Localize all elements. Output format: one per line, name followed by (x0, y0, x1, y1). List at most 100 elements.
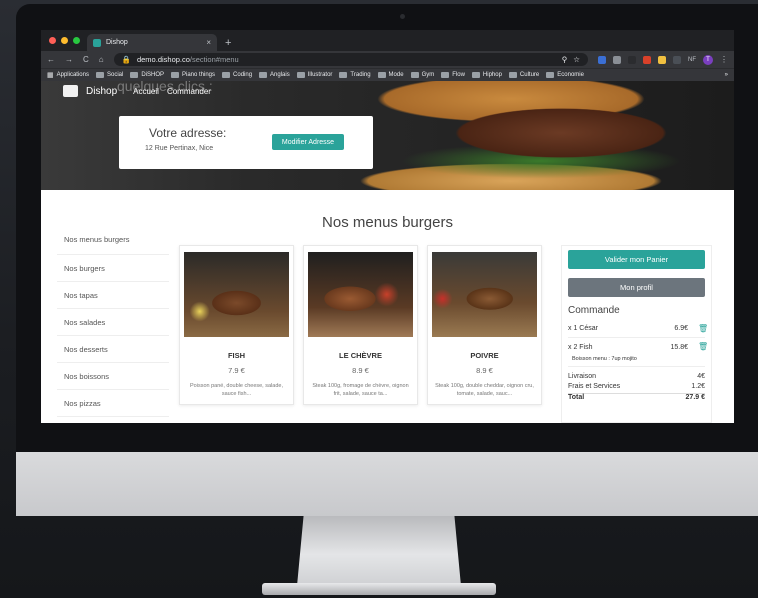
bookmark-folder[interactable]: Illustrator (296, 72, 332, 78)
search-icon[interactable]: ⚲ (562, 55, 568, 64)
menu-dots-icon[interactable]: ⋮ (720, 55, 728, 64)
close-window-button[interactable] (49, 37, 56, 44)
bookmark-folder[interactable]: Mode (377, 72, 404, 78)
product-card-fish[interactable]: FISH 7.9 € Poisson pané, double cheese, … (179, 245, 294, 405)
extensions: NF T ⋮ (598, 54, 728, 65)
fees-row: Frais et Services 1.2€ (568, 383, 705, 390)
folder-icon (296, 72, 305, 78)
main-content: Nos menus burgers Nos menus burgers Nos … (41, 190, 734, 423)
product-image (308, 252, 413, 337)
bookmark-folder[interactable]: Flow (441, 72, 465, 78)
extension-icon[interactable] (658, 55, 666, 64)
extension-icon[interactable] (613, 55, 621, 64)
reload-icon[interactable]: C (83, 55, 89, 64)
back-arrow-icon[interactable]: ← (47, 55, 55, 64)
product-price: 8.9 € (476, 366, 493, 375)
product-name: FISH (227, 351, 246, 360)
folder-icon (259, 72, 268, 78)
bookmark-folder[interactable]: Culture (508, 72, 539, 78)
cart-item-qty: x 2 Fish (568, 343, 593, 351)
folder-icon (471, 72, 480, 78)
trash-icon[interactable]: 🗑 (698, 343, 708, 351)
profile-button[interactable]: Mon profil (568, 278, 705, 297)
folder-icon (410, 72, 419, 78)
extension-icon[interactable] (673, 55, 681, 64)
new-tab-button[interactable]: + (225, 37, 231, 49)
hero-banner: quelques clics : Dishop Accueil Commande… (41, 78, 734, 190)
apps-grid-icon: ▦ (47, 72, 54, 79)
window-controls (49, 37, 80, 44)
bookmark-applications[interactable]: ▦ Applications (47, 71, 89, 79)
product-list: FISH 7.9 € Poisson pané, double cheese, … (179, 245, 542, 405)
product-card-le-chevre[interactable]: LE CHÈVRE 8.9 € Steak 100g, fromage de c… (303, 245, 418, 405)
profile-avatar[interactable]: T (703, 54, 713, 65)
nav-commander[interactable]: Commander (167, 87, 211, 96)
folder-icon (546, 72, 555, 78)
minimize-window-button[interactable] (61, 37, 68, 44)
order-title: Commande (568, 305, 620, 316)
cart-line-item: x 2 Fish 15.8€ 🗑 Boisson menu : 7up moji… (568, 338, 708, 367)
product-price: 7.9 € (228, 366, 245, 375)
bookmark-folder[interactable]: Coding (222, 72, 252, 78)
product-description: Steak 100g, double cheddar, oignon cru, … (435, 383, 534, 398)
cart-item-price: 6.9€ (674, 325, 688, 332)
product-image (432, 252, 537, 337)
extension-nf-label[interactable]: NF (688, 57, 696, 63)
screen: Dishop × + ← → C ⌂ 🔒 demo.dishop.co/sect… (41, 30, 734, 423)
monitor-chin (16, 452, 758, 516)
camera-dot (400, 14, 405, 19)
product-image (184, 252, 289, 337)
validate-cart-button[interactable]: Valider mon Panier (568, 250, 705, 269)
sidebar-item-tapas[interactable]: Nos tapas (57, 282, 169, 309)
address-card: Votre adresse: 12 Rue Pertinax, Nice Mod… (119, 116, 373, 169)
forward-arrow-icon[interactable]: → (65, 55, 73, 64)
folder-icon (339, 72, 348, 78)
product-name: LE CHÈVRE (339, 351, 382, 360)
bookmark-folder[interactable]: Trading (339, 72, 371, 78)
product-description: Poisson pané, double cheese, salade, sau… (190, 383, 283, 398)
extension-icon[interactable] (643, 55, 651, 64)
folder-icon (222, 72, 231, 78)
sidebar-item-menus-burgers[interactable]: Nos menus burgers (57, 225, 169, 255)
order-totals: Livraison 4€ Frais et Services 1.2€ Tota… (568, 373, 705, 403)
address-bar: ← → C ⌂ 🔒 demo.dishop.co/section#menu ⚲ … (41, 51, 734, 68)
extension-icon[interactable] (628, 55, 636, 64)
product-description: Steak 100g, fromage de chèvre, oignon fr… (312, 383, 409, 398)
url-field[interactable]: 🔒 demo.dishop.co/section#menu ⚲ ☆ (113, 53, 588, 66)
folder-icon (508, 72, 517, 78)
sidebar-item-salades[interactable]: Nos salades (57, 309, 169, 336)
maximize-window-button[interactable] (73, 37, 80, 44)
nav-accueil[interactable]: Accueil (133, 87, 159, 96)
product-price: 8.9 € (352, 366, 369, 375)
star-icon[interactable]: ☆ (573, 55, 580, 64)
sidebar-item-boissons[interactable]: Nos boissons (57, 363, 169, 390)
sidebar-item-burgers[interactable]: Nos burgers (57, 255, 169, 282)
brand-name[interactable]: Dishop (86, 86, 117, 97)
sidebar-item-desserts[interactable]: Nos desserts (57, 336, 169, 363)
tab-dishop[interactable]: Dishop × (87, 34, 217, 51)
product-card-poivre[interactable]: POIVRE 8.9 € Steak 100g, double cheddar,… (427, 245, 542, 405)
modify-address-button[interactable]: Modifier Adresse (272, 134, 344, 150)
folder-icon (95, 72, 104, 78)
total-row: Total 27.9 € (568, 393, 705, 401)
url-host: demo.dishop.co (136, 55, 190, 64)
home-icon[interactable]: ⌂ (99, 55, 104, 64)
trash-icon[interactable]: 🗑 (698, 324, 708, 333)
monitor-stand (297, 516, 461, 586)
bookmark-folder[interactable]: Hiphop (471, 72, 502, 78)
cart-item-qty: x 1 César (568, 325, 598, 332)
bookmark-folder[interactable]: Anglais (259, 72, 290, 78)
cart-item-price: 15.8€ (670, 343, 688, 351)
bookmarks-more-button[interactable]: » (725, 72, 728, 78)
bookmark-folder[interactable]: Gym (410, 72, 434, 78)
category-sidebar: Nos menus burgers Nos burgers Nos tapas … (57, 225, 169, 417)
extension-icon[interactable] (598, 55, 606, 64)
close-tab-icon[interactable]: × (206, 38, 211, 47)
order-cart: Valider mon Panier Mon profil Commande x… (561, 245, 712, 423)
dishop-logo-icon[interactable] (63, 85, 78, 97)
product-name: POIVRE (470, 351, 499, 360)
sidebar-item-pizzas[interactable]: Nos pizzas (57, 390, 169, 417)
site-header: Dishop Accueil Commander (41, 81, 734, 101)
folder-icon (377, 72, 386, 78)
bookmark-folder[interactable]: Economie (546, 72, 584, 78)
